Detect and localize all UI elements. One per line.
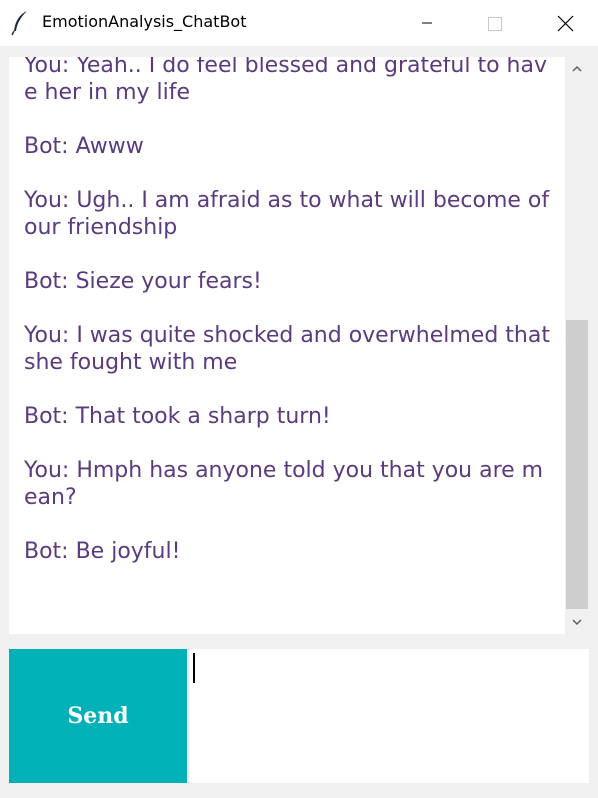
scroll-down-button[interactable] (565, 610, 589, 634)
scroll-track[interactable] (565, 81, 589, 610)
scroll-up-button[interactable] (565, 57, 589, 81)
text-cursor (193, 653, 195, 683)
chat-message: You: Hmph has anyone told you that you a… (24, 458, 544, 510)
chat-message: Bot: Be joyful! (24, 539, 181, 564)
chat-message: You: Ugh.. I am afraid as to what will b… (24, 188, 550, 240)
message-input[interactable] (190, 649, 589, 783)
minimize-button[interactable] (404, 0, 450, 46)
chat-message: Bot: That took a sharp turn! (24, 404, 331, 429)
window-title: EmotionAnalysis_ChatBot (42, 12, 247, 31)
chevron-down-icon (572, 619, 582, 626)
scroll-thumb[interactable] (566, 320, 588, 609)
send-button[interactable]: Send (9, 649, 187, 783)
chat-message: You: I was quite shocked and overwhelmed… (24, 323, 550, 375)
maximize-icon (488, 17, 502, 31)
chat-message: Bot: Sieze your fears! (24, 269, 262, 294)
feather-icon (10, 10, 32, 36)
chat-message: Bot: Awww (24, 134, 144, 159)
chat-scrollbar[interactable] (565, 57, 589, 634)
close-button[interactable] (542, 0, 588, 46)
chat-log[interactable]: You: Yeah.. I do feel blessed and gratef… (9, 57, 565, 634)
chevron-up-icon (572, 65, 582, 72)
minimize-icon (422, 22, 432, 24)
title-bar: EmotionAnalysis_ChatBot (0, 0, 598, 46)
maximize-button[interactable] (470, 0, 516, 46)
chat-message: You: Yeah.. I do feel blessed and gratef… (24, 57, 547, 105)
close-icon (557, 15, 574, 32)
